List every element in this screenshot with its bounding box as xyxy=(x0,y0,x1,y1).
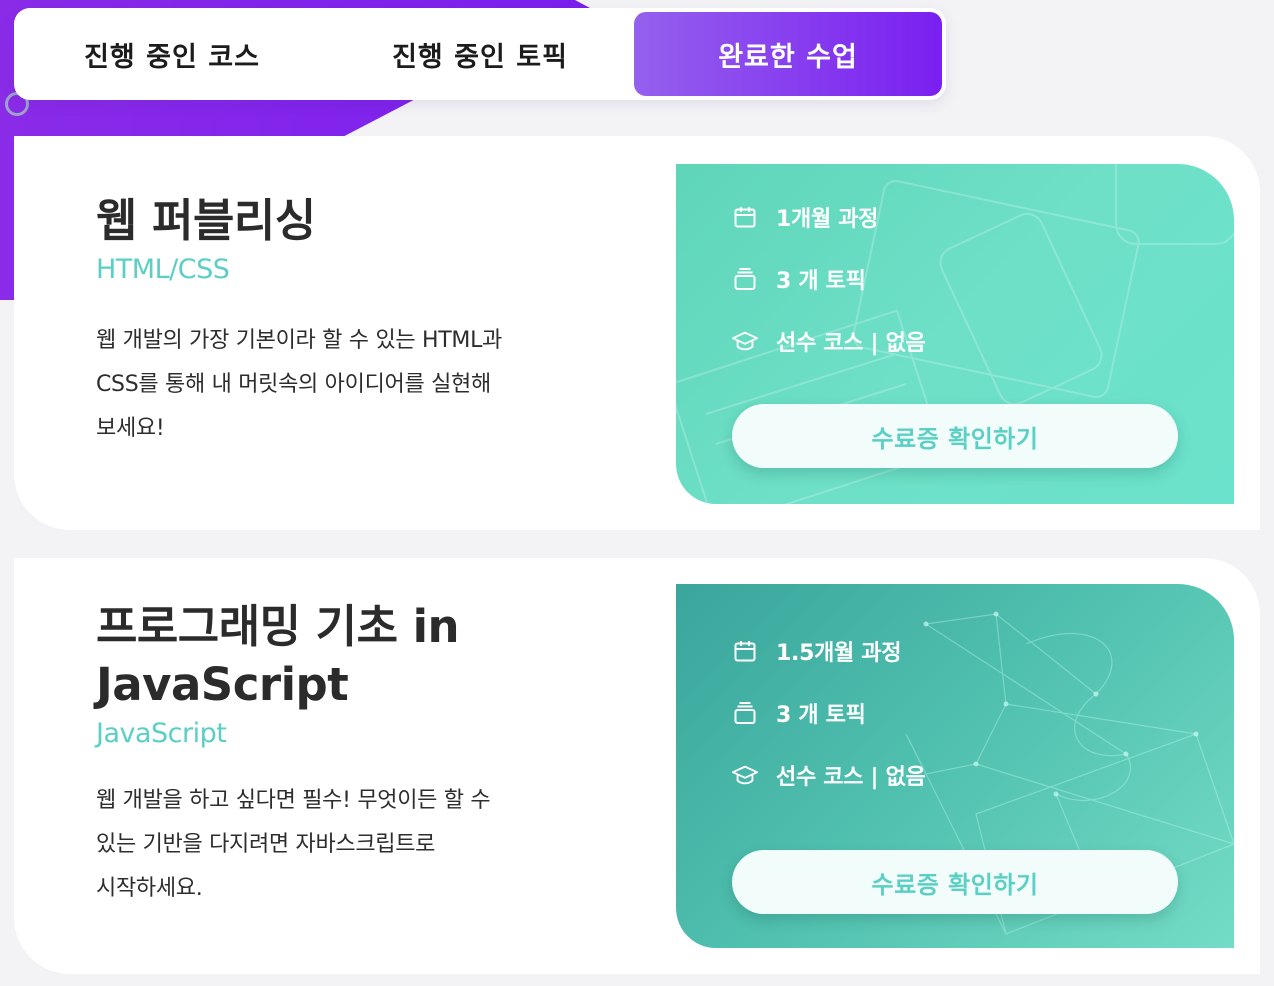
tab-completed-classes[interactable]: 완료한 수업 xyxy=(634,12,942,96)
graduation-cap-icon xyxy=(732,328,758,354)
description-line: 보세요! xyxy=(96,416,165,441)
course-title-line: JavaScript xyxy=(96,658,349,711)
course-title: 프로그래밍 기초 in JavaScript xyxy=(96,598,490,714)
duration-text: 1.5개월 과정 xyxy=(776,641,902,666)
view-certificate-button[interactable]: 수료증 확인하기 xyxy=(732,850,1178,914)
topics-text: 3 개 토픽 xyxy=(776,703,866,728)
duration-row: 1개월 과정 xyxy=(732,186,925,248)
description-line: 시작하세요. xyxy=(96,876,203,901)
stack-icon xyxy=(732,266,758,292)
course-card-web-publishing: 웹 퍼블리싱 HTML/CSS 웹 개발의 가장 기본이라 할 수 있는 HTM… xyxy=(14,136,1260,530)
description-line: CSS를 통해 내 머릿속의 아이디어를 실현해 xyxy=(96,372,491,397)
course-subtitle: HTML/CSS xyxy=(96,254,230,285)
course-description: 웹 개발을 하고 싶다면 필수! 무엇이든 할 수 있는 기반을 다지려면 자바… xyxy=(96,779,491,911)
prerequisite-text: 선수 코스 | 없음 xyxy=(776,765,926,790)
duration-text: 1개월 과정 xyxy=(776,207,879,232)
calendar-icon xyxy=(732,204,758,230)
course-title: 웹 퍼블리싱 xyxy=(96,194,316,247)
course-subtitle: JavaScript xyxy=(96,718,227,749)
course-info-panel: 1개월 과정 3 개 토픽 선수 코스 | 없음 수료증 확인하기 xyxy=(676,164,1234,504)
description-line: 있는 기반을 다지려면 자바스크립트로 xyxy=(96,832,436,857)
description-line: 웹 개발의 가장 기본이라 할 수 있는 HTML과 xyxy=(96,328,502,353)
prerequisite-text: 선수 코스 | 없음 xyxy=(776,331,926,356)
calendar-icon xyxy=(732,638,758,664)
course-title-line: 프로그래밍 기초 in xyxy=(96,600,460,653)
course-description: 웹 개발의 가장 기본이라 할 수 있는 HTML과 CSS를 통해 내 머릿속… xyxy=(96,319,502,451)
view-certificate-button[interactable]: 수료증 확인하기 xyxy=(732,404,1178,468)
tab-in-progress-topics[interactable]: 진행 중인 토픽 xyxy=(326,12,634,96)
prerequisite-row: 선수 코스 | 없음 xyxy=(732,310,926,372)
prerequisite-row: 선수 코스 | 없음 xyxy=(732,744,926,806)
topics-row: 3 개 토픽 xyxy=(732,682,925,744)
graduation-cap-icon xyxy=(732,762,758,788)
description-line: 웹 개발을 하고 싶다면 필수! 무엇이든 할 수 xyxy=(96,788,491,813)
tab-in-progress-courses[interactable]: 진행 중인 코스 xyxy=(18,12,326,96)
course-card-programming-basics-javascript: 프로그래밍 기초 in JavaScript JavaScript 웹 개발을 … xyxy=(14,558,1260,974)
duration-row: 1.5개월 과정 xyxy=(732,620,925,682)
topics-text: 3 개 토픽 xyxy=(776,269,866,294)
tab-bar: 진행 중인 코스 진행 중인 토픽 완료한 수업 xyxy=(14,8,946,100)
course-info-panel: 1.5개월 과정 3 개 토픽 선수 코스 | 없음 수료증 확인하기 xyxy=(676,584,1234,948)
stack-icon xyxy=(732,700,758,726)
topics-row: 3 개 토픽 xyxy=(732,248,925,310)
